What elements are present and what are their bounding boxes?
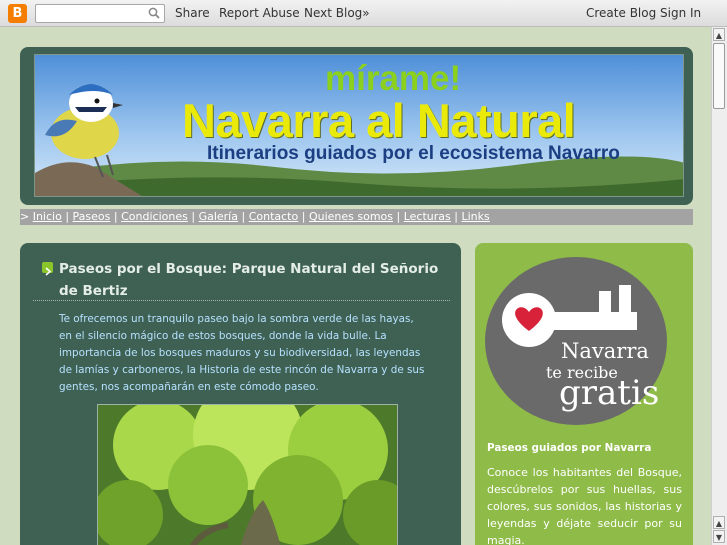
create-blog-link[interactable]: Create Blog bbox=[586, 6, 656, 20]
search-icon[interactable] bbox=[148, 7, 160, 19]
scroll-thumb[interactable] bbox=[713, 43, 725, 109]
forest-photo bbox=[98, 405, 397, 545]
site-subtitle: Itinerarios guiados por el ecosistema Na… bbox=[207, 143, 620, 164]
share-link[interactable]: Share bbox=[175, 6, 210, 20]
post-title[interactable]: Paseos por el Bosque: Parque Natural del… bbox=[59, 258, 439, 302]
post-forest-image[interactable] bbox=[97, 404, 398, 545]
menu-item-contacto[interactable]: Contacto bbox=[249, 210, 299, 223]
menu-item-links[interactable]: Links bbox=[461, 210, 489, 223]
menu-separator: | bbox=[191, 210, 196, 223]
menu-item-quienes-somos[interactable]: Quienes somos bbox=[309, 210, 393, 223]
header-banner[interactable]: mírame! Navarra al Natural Itinerarios g… bbox=[34, 54, 684, 197]
badge-line-gratis: gratis bbox=[559, 373, 660, 413]
scroll-up-arrow-icon[interactable]: ▲ bbox=[713, 28, 725, 41]
menu-separator: | bbox=[241, 210, 246, 223]
next-blog-link[interactable]: Next Blog» bbox=[304, 6, 370, 20]
menu-prefix: > bbox=[20, 210, 30, 223]
blogger-navbar: B Share Report Abuse Next Blog» Create B… bbox=[0, 0, 727, 27]
menu-item-inicio[interactable]: Inicio bbox=[33, 210, 62, 223]
sidebar-heading: Paseos guiados por Navarra bbox=[487, 442, 652, 454]
badge-line-navarra: Navarra bbox=[561, 339, 649, 363]
menu-separator: | bbox=[113, 210, 118, 223]
menu-separator: | bbox=[396, 210, 401, 223]
menu-separator: | bbox=[301, 210, 306, 223]
blogger-logo-icon[interactable]: B bbox=[8, 4, 27, 23]
menu-separator: | bbox=[65, 210, 70, 223]
scroll-down-arrow-icon[interactable]: ▲ bbox=[713, 516, 725, 529]
scroll-down-arrow-icon[interactable]: ▼ bbox=[713, 530, 725, 543]
navarra-gratis-badge[interactable]: Navarra te recibe gratis bbox=[485, 257, 668, 426]
menu-item-condiciones[interactable]: Condiciones bbox=[121, 210, 188, 223]
menu-item-paseos[interactable]: Paseos bbox=[73, 210, 111, 223]
menu-item-galeria[interactable]: Galería bbox=[199, 210, 238, 223]
report-abuse-link[interactable]: Report Abuse bbox=[219, 6, 300, 20]
arrow-bullet-icon bbox=[42, 262, 53, 276]
sidebar-text: Conoce los habitantes del Bosque, descúb… bbox=[487, 466, 682, 545]
top-menu: > Inicio | Paseos | Condiciones | Galerí… bbox=[20, 209, 693, 225]
site-title[interactable]: Navarra al Natural bbox=[182, 93, 576, 148]
menu-item-lecturas[interactable]: Lecturas bbox=[404, 210, 451, 223]
search-input[interactable] bbox=[35, 4, 165, 23]
post-body: Te ofrecemos un tranquilo paseo bajo la … bbox=[59, 313, 425, 393]
menu-separator: | bbox=[454, 210, 458, 223]
sign-in-link[interactable]: Sign In bbox=[660, 6, 701, 20]
